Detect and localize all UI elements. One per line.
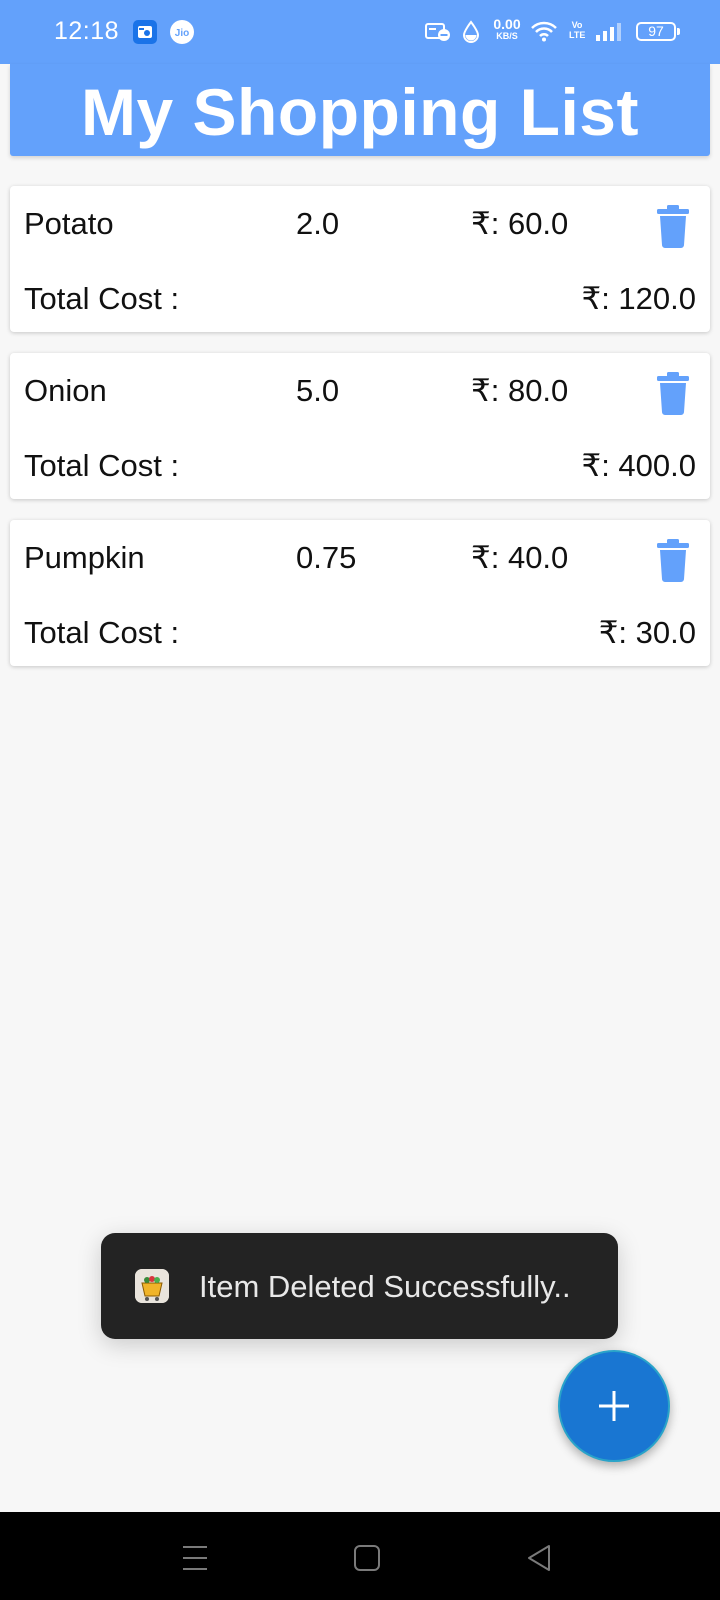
system-nav-bar: [0, 1512, 720, 1600]
list-item: Onion 5.0 ₹: 80.0 Total Cost : ₹: 400.0: [10, 353, 710, 499]
item-name: Pumpkin: [24, 540, 145, 575]
item-quantity: 2.0: [296, 206, 340, 241]
volte-bottom: LTE: [569, 30, 586, 40]
total-cost-value: ₹: 120.0: [581, 281, 696, 316]
page-title: My Shopping List: [81, 75, 639, 149]
app-header: My Shopping List: [10, 64, 710, 156]
data-saver-icon: [462, 20, 480, 43]
signal-icon: [596, 23, 621, 41]
list-item: Pumpkin 0.75 ₹: 40.0 Total Cost : ₹: 30.…: [10, 520, 710, 666]
delete-icon[interactable]: [654, 371, 692, 415]
toast-text: Item Deleted Successfully..: [199, 1269, 571, 1304]
notification-off-icon: [425, 23, 450, 41]
battery-icon: 97: [636, 22, 680, 41]
wifi-icon: [531, 21, 557, 42]
svg-text:Jio: Jio: [175, 28, 189, 39]
status-bar: 12:18 Jio 0.00 KB/S Vo LTE 97: [0, 0, 720, 64]
total-cost-value: ₹: 400.0: [581, 448, 696, 483]
menu-icon[interactable]: [175, 1538, 215, 1578]
total-cost-value: ₹: 30.0: [598, 615, 696, 650]
item-price: ₹: 60.0: [471, 206, 569, 241]
volte-indicator: Vo LTE: [569, 20, 585, 40]
net-speed-value: 0.00: [493, 16, 521, 32]
volte-top: Vo: [571, 20, 583, 30]
item-price: ₹: 40.0: [471, 540, 569, 575]
plus-icon: [599, 1391, 629, 1421]
back-icon[interactable]: [519, 1538, 559, 1578]
total-cost-label: Total Cost :: [24, 448, 180, 483]
total-cost-label: Total Cost :: [24, 615, 180, 650]
delete-icon[interactable]: [654, 538, 692, 582]
shopping-basket-icon: [135, 1269, 169, 1303]
item-price: ₹: 80.0: [471, 373, 569, 408]
net-speed: 0.00 KB/S: [489, 16, 525, 42]
add-item-button[interactable]: [558, 1350, 670, 1462]
status-time: 12:18: [54, 17, 120, 45]
toast-message: Item Deleted Successfully..: [101, 1233, 618, 1339]
jio-icon: Jio: [170, 20, 194, 44]
item-quantity: 0.75: [296, 540, 357, 575]
home-icon[interactable]: [347, 1538, 387, 1578]
item-name: Onion: [24, 373, 107, 408]
item-quantity: 5.0: [296, 373, 340, 408]
delete-icon[interactable]: [654, 204, 692, 248]
gallery-icon: [133, 20, 157, 44]
total-cost-label: Total Cost :: [24, 281, 180, 316]
item-name: Potato: [24, 206, 114, 241]
list-item: Potato 2.0 ₹: 60.0 Total Cost : ₹: 120.0: [10, 186, 710, 332]
